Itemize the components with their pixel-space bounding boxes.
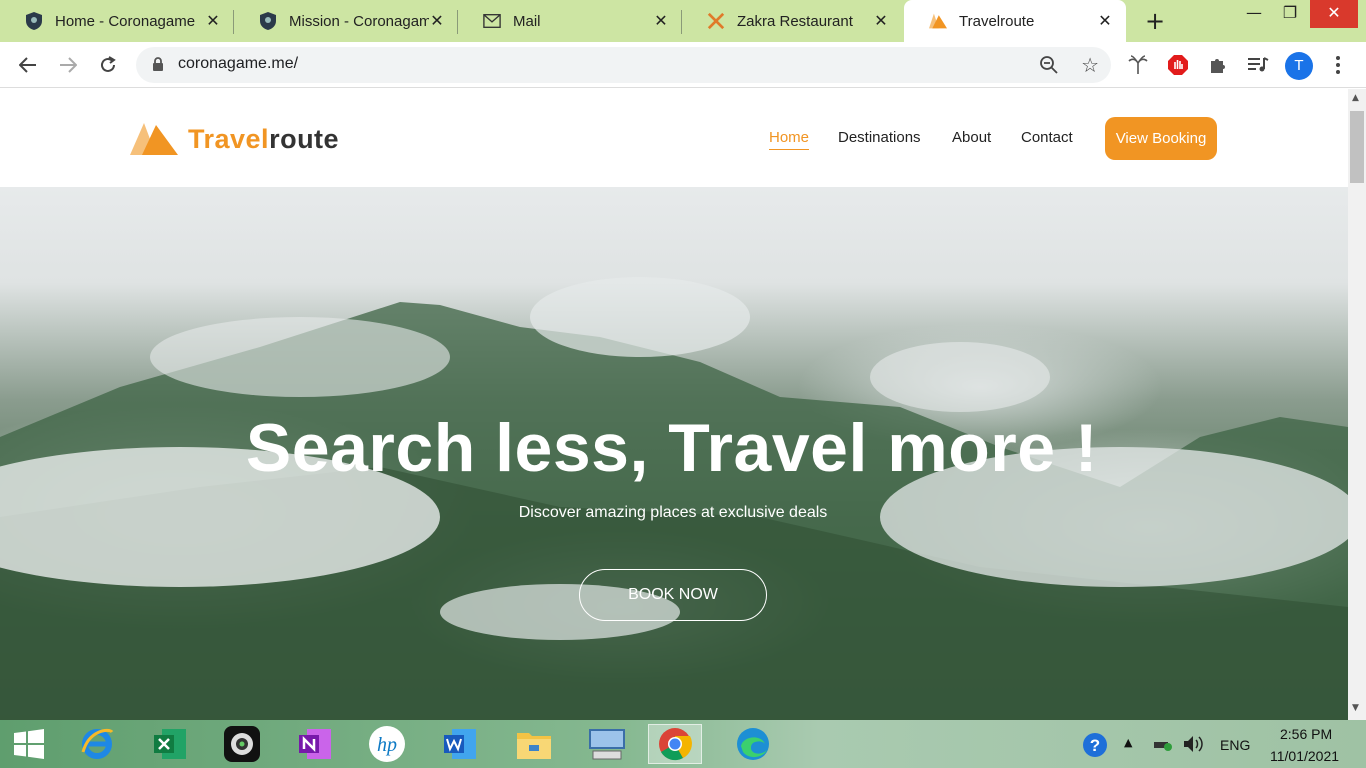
tab-zakra-restaurant[interactable]: Zakra Restaurant ✕: [682, 0, 902, 42]
tab-title: Mission - Coronagam: [289, 12, 429, 30]
arrow-right-icon: [60, 57, 77, 73]
close-tab-icon[interactable]: ✕: [652, 12, 670, 30]
logo-text-travel: Travel: [188, 123, 270, 154]
internet-explorer-icon[interactable]: [70, 724, 124, 764]
hero-section: Search less, Travel more ! Discover amaz…: [0, 187, 1348, 720]
site-header: Travelroute Home Destinations About Cont…: [0, 89, 1348, 187]
tab-strip: Home - Coronagame ✕ Mission - Coronagam …: [0, 0, 1366, 42]
tab-title: Travelroute: [959, 12, 1035, 30]
forward-button[interactable]: [54, 51, 82, 79]
on-screen-keyboard-icon[interactable]: [580, 724, 634, 764]
zoom-out-icon[interactable]: [1039, 55, 1059, 79]
close-tab-icon[interactable]: ✕: [1096, 12, 1114, 30]
svg-text:hp: hp: [377, 734, 397, 756]
profile-avatar[interactable]: T: [1285, 52, 1313, 80]
travelroute-logo-icon: [130, 123, 178, 155]
travelroute-favicon-icon: [929, 12, 947, 30]
close-window-button[interactable]: ✕: [1310, 0, 1358, 28]
hero-title: Search less, Travel more !: [245, 410, 1099, 486]
help-icon[interactable]: ?: [1082, 732, 1108, 762]
tray-expand-icon[interactable]: ▲: [1124, 736, 1132, 749]
camera-app-icon[interactable]: [215, 724, 269, 764]
hero-subtitle: Discover amazing places at exclusive dea…: [518, 504, 828, 521]
tab-title: Zakra Restaurant: [737, 12, 853, 30]
view-booking-button[interactable]: View Booking: [1105, 117, 1217, 160]
adblock-icon[interactable]: [1164, 51, 1192, 79]
browser-toolbar: coronagame.me/ ☆ T: [0, 42, 1366, 88]
tab-mail[interactable]: Mail ✕: [458, 0, 682, 42]
hp-icon[interactable]: hp: [360, 724, 414, 764]
edge-icon[interactable]: [726, 724, 780, 764]
restore-button[interactable]: ❐: [1270, 0, 1310, 28]
browser-menu-icon[interactable]: [1324, 51, 1352, 79]
tab-travelroute[interactable]: Travelroute ✕: [904, 0, 1126, 42]
mail-icon: [483, 12, 501, 30]
language-indicator[interactable]: ENG: [1220, 737, 1250, 753]
word-icon[interactable]: [433, 724, 487, 764]
tab-mission-coronagame[interactable]: Mission - Coronagam ✕: [234, 0, 458, 42]
tab-home-coronagame[interactable]: Home - Coronagame ✕: [0, 0, 234, 42]
nav-contact[interactable]: Contact: [1021, 129, 1073, 146]
reload-button[interactable]: [94, 51, 122, 79]
bookmark-star-icon[interactable]: ☆: [1081, 53, 1099, 77]
site-logo[interactable]: Travelroute: [130, 121, 339, 157]
close-tab-icon[interactable]: ✕: [428, 12, 446, 30]
book-now-button[interactable]: BOOK NOW: [579, 569, 767, 621]
onenote-icon[interactable]: [288, 724, 342, 764]
back-button[interactable]: [14, 51, 42, 79]
zakra-favicon-icon: [707, 12, 725, 30]
reload-icon: [101, 56, 116, 72]
close-tab-icon[interactable]: ✕: [872, 12, 890, 30]
windows-start-icon[interactable]: [2, 724, 56, 764]
arrow-left-icon: [19, 57, 36, 73]
network-icon[interactable]: [1152, 736, 1174, 756]
new-tab-button[interactable]: +: [1142, 8, 1168, 34]
scrollbar-thumb[interactable]: [1350, 111, 1364, 183]
page-scrollbar[interactable]: ▲ ▼: [1348, 89, 1366, 720]
windows-taskbar: hp ? ▲ ENG 2:56 PM 11/01/2021: [0, 720, 1366, 768]
clock-date[interactable]: 11/01/2021: [1270, 748, 1339, 764]
nav-about[interactable]: About: [952, 129, 991, 146]
scroll-up-arrow-icon[interactable]: ▲: [1352, 93, 1359, 103]
tab-title: Mail: [513, 12, 541, 30]
volume-icon[interactable]: [1182, 734, 1204, 758]
chrome-icon[interactable]: [648, 724, 702, 764]
shield-favicon-icon: [25, 12, 43, 30]
file-explorer-icon[interactable]: [507, 724, 561, 764]
lock-icon[interactable]: [152, 57, 164, 76]
logo-text: Travelroute: [188, 124, 339, 155]
logo-text-route: route: [269, 123, 340, 154]
media-control-icon[interactable]: [1244, 51, 1272, 79]
clock-time[interactable]: 2:56 PM: [1280, 726, 1332, 742]
tab-title: Home - Coronagame: [55, 12, 195, 30]
close-tab-icon[interactable]: ✕: [204, 12, 222, 30]
address-bar[interactable]: coronagame.me/ ☆: [136, 47, 1111, 83]
svg-text:?: ?: [1090, 736, 1100, 755]
excel-icon[interactable]: [143, 724, 197, 764]
scroll-down-arrow-icon[interactable]: ▼: [1352, 703, 1359, 713]
nav-home[interactable]: Home: [769, 129, 810, 150]
shield-favicon-icon: [259, 12, 277, 30]
minimize-button[interactable]: —: [1234, 0, 1274, 28]
url-text[interactable]: coronagame.me/: [178, 55, 298, 73]
nav-destinations[interactable]: Destinations: [838, 129, 921, 146]
page-viewport: Travelroute Home Destinations About Cont…: [0, 89, 1348, 720]
extensions-puzzle-icon[interactable]: [1204, 51, 1232, 79]
extension-palm-icon[interactable]: [1124, 51, 1152, 79]
